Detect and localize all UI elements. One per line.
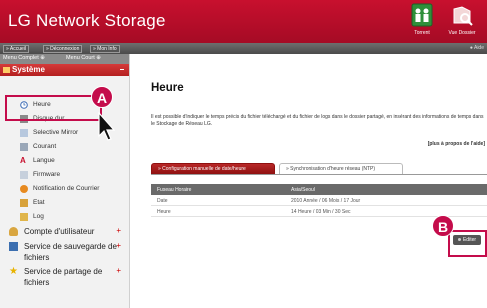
mouse-cursor-icon [98,112,116,141]
help-label: Aide [473,45,484,51]
sidebar-item-langue[interactable]: A Langue [0,154,129,168]
help-link[interactable]: ● Aide [470,45,484,52]
table-cell: Date [157,198,168,204]
backup-icon [9,242,18,251]
highlight-box-b [448,230,487,257]
system-section-header[interactable]: Système [0,64,129,76]
log-icon [20,213,28,221]
menu-complet-tab[interactable]: Menu Complet ⊕ [3,55,45,61]
sidebar-group-partage[interactable]: ★ Service de partage de fichiers + [0,265,129,289]
sidebar-item-label: Langue [33,157,55,164]
mail-notification-icon [20,185,28,193]
table-header-row: Fuseau Horaire Asia/Seoul [151,184,487,195]
app-title: LG Network Storage [8,11,166,30]
firmware-icon [20,171,28,179]
table-cell: Heure [157,209,171,215]
folder-view-button[interactable]: Vue Dossier [441,3,483,41]
star-icon: ★ [9,266,18,277]
sidebar-item-firmware[interactable]: Firmware [0,168,129,182]
table-header-cell: Fuseau Horaire [157,187,192,193]
sidebar-group-label: Service de partage de fichiers [24,267,103,287]
status-icon [20,199,28,207]
menu-mode-tabs: Menu Complet ⊕ Menu Court ⊕ [0,54,129,64]
sidebar-group-label: Compte d'utilisateur [24,227,95,236]
torrent-label: Torrent [414,30,430,36]
sidebar-item-log[interactable]: Log [0,210,129,224]
menu-court-tab[interactable]: Menu Court ⊕ [66,55,101,61]
expand-icon: + [116,226,121,235]
expand-icon: + [116,266,121,275]
sidebar-item-etat[interactable]: Etat [0,196,129,210]
mirror-icon [20,129,28,137]
sidebar-item-notification[interactable]: Notification de Courrier [0,182,129,196]
time-settings-table: Fuseau Horaire Asia/Seoul Date 2010 Anné… [151,184,487,217]
collapse-icon [120,69,124,70]
system-icon [3,67,10,73]
folder-view-icon [453,6,473,26]
page-title: Heure [151,82,184,94]
table-cell: 2010 Année / 06 Mois / 17 Jour [291,198,361,204]
sidebar-item-label: Notification de Courrier [33,185,100,192]
table-header-cell: Asia/Seoul [291,187,315,193]
users-icon [9,227,18,236]
page-description: Il est possible d'indiquer le temps préc… [151,114,484,127]
top-nav-bar: » Accueil » Déconnexion » Mon Info ● Aid… [0,43,487,54]
home-button[interactable]: » Accueil [3,45,30,53]
callout-badge-a: A [91,86,113,108]
sidebar-group-label: Service de sauvegarde de fichiers [24,242,117,262]
help-icon: ● [469,45,473,51]
sidebar-item-courant[interactable]: Courant [0,140,129,154]
tab-ntp-sync[interactable]: » Synchronisation d'heure réseau (NTP) [279,163,403,174]
my-info-button[interactable]: » Mon Info [90,45,120,53]
table-row: Heure 14 Heure / 03 Min / 30 Sec [151,206,487,217]
help-more-link[interactable]: [plus à propos de l'aide] [428,141,485,147]
language-icon: A [20,156,26,165]
tab-manual-date-time[interactable]: » Configuration manuelle de date/heure [151,163,275,174]
sidebar-item-label: Log [33,213,44,220]
tab-divider [151,174,487,175]
table-row: Date 2010 Année / 06 Mois / 17 Jour [151,195,487,206]
sidebar-group-compte[interactable]: Compte d'utilisateur + [0,225,129,239]
highlight-box-a [5,95,102,121]
sidebar-item-label: Etat [33,199,45,206]
logout-button[interactable]: » Déconnexion [43,45,83,53]
system-label: Système [12,65,45,74]
app-header: LG Network Storage Torrent Vue Dossier [0,0,487,43]
table-cell: 14 Heure / 03 Min / 30 Sec [291,209,351,215]
sidebar-group-sauvegarde[interactable]: Service de sauvegarde de fichiers + [0,240,129,264]
torrent-icon [411,3,433,27]
sidebar-item-label: Courant [33,143,57,150]
power-icon [20,143,28,151]
sidebar-item-label: Firmware [33,171,61,178]
expand-icon: + [116,241,121,250]
torrent-button[interactable]: Torrent [401,3,443,41]
sidebar-item-label: Selective Mirror [33,129,79,136]
folder-view-label: Vue Dossier [448,30,476,36]
callout-badge-b: B [432,215,454,237]
